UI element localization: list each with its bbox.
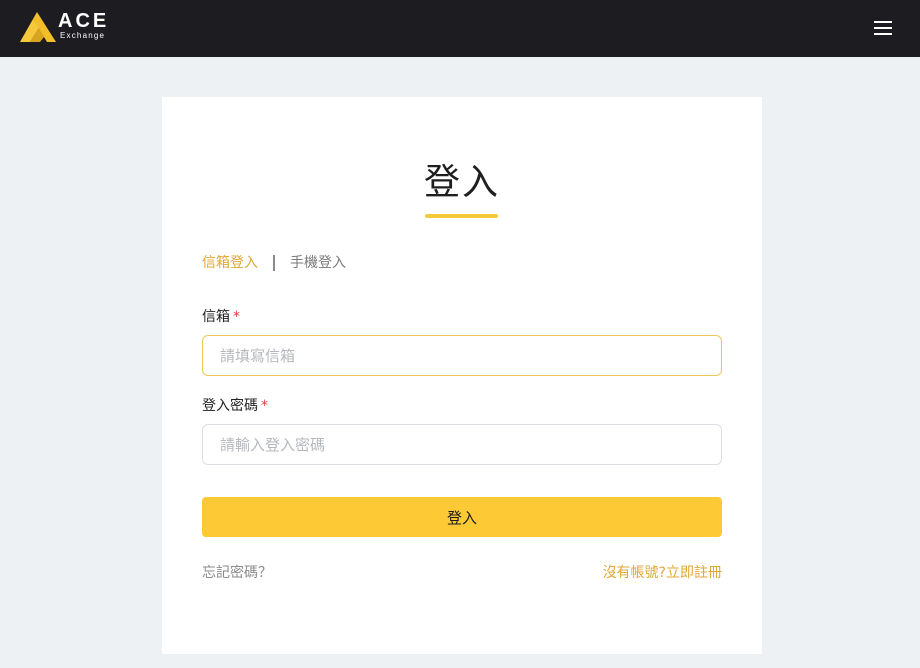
- email-input[interactable]: [202, 335, 722, 376]
- tab-divider: [273, 255, 275, 271]
- register-link[interactable]: 沒有帳號?立即註冊: [603, 562, 722, 582]
- tab-email-login[interactable]: 信箱登入: [202, 253, 258, 273]
- top-nav-bar: ACE Exchange: [0, 0, 920, 57]
- password-label-text: 登入密碼: [202, 398, 258, 414]
- email-label: 信箱 *: [202, 307, 240, 327]
- password-input[interactable]: [202, 424, 722, 465]
- login-card: 登入 信箱登入 手機登入 信箱* 登入密碼* 登入 忘記密碼？ 沒有帳號?立即註…: [162, 97, 762, 654]
- password-label: 登入密碼 *: [202, 396, 268, 416]
- login-button[interactable]: 登入: [202, 497, 722, 537]
- login-method-tabs: 信箱登入 手機登入: [202, 253, 346, 273]
- ace-exchange-logo[interactable]: ACE Exchange: [20, 10, 115, 44]
- hamburger-menu-icon[interactable]: [868, 16, 898, 40]
- tab-phone-login[interactable]: 手機登入: [290, 253, 346, 273]
- ace-logo-icon: [20, 12, 56, 42]
- email-label-text: 信箱: [202, 309, 230, 325]
- required-mark: *: [233, 309, 240, 325]
- forgot-password-link[interactable]: 忘記密碼？: [202, 562, 272, 582]
- logo-text: ACE: [58, 10, 110, 32]
- page-title: 登入: [423, 162, 500, 203]
- title-underline: [425, 214, 498, 218]
- logo-subtext: Exchange: [60, 31, 106, 40]
- required-mark: *: [261, 398, 268, 414]
